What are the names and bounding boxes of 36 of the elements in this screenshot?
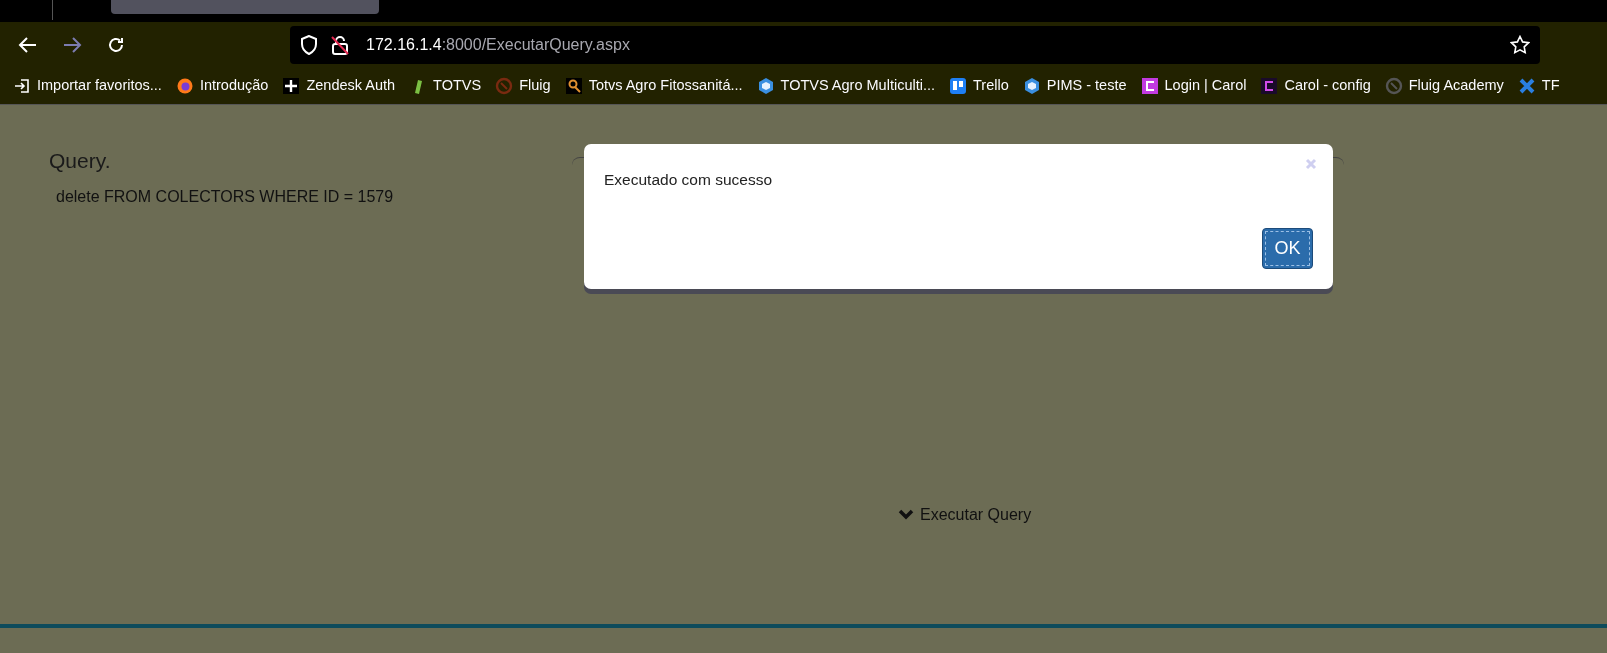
bookmark[interactable]: PIMS - teste bbox=[1015, 75, 1134, 97]
square-logo-icon bbox=[1140, 77, 1159, 95]
ok-button[interactable]: OK bbox=[1262, 228, 1313, 269]
cube-icon bbox=[1022, 77, 1041, 95]
bookmark[interactable]: Trello bbox=[942, 75, 1016, 97]
magnifier-icon bbox=[564, 77, 583, 95]
bookmark[interactable]: Login | Carol bbox=[1133, 75, 1254, 97]
bookmark[interactable]: Importar favoritos... bbox=[6, 75, 169, 97]
bookmark[interactable]: Introdução bbox=[168, 75, 276, 97]
board-icon bbox=[949, 77, 967, 95]
bookmark-star-icon[interactable] bbox=[1510, 35, 1530, 55]
shield-icon bbox=[300, 35, 318, 55]
url-path: :8000/ExecutarQuery.aspx bbox=[441, 35, 630, 55]
bookmark[interactable]: Totvs Agro Fitossanitá... bbox=[557, 75, 750, 97]
insecure-lock-icon bbox=[330, 35, 350, 55]
ring-icon bbox=[1384, 77, 1403, 95]
plus-icon bbox=[282, 77, 301, 95]
dialog-message: Executado com sucesso bbox=[604, 170, 772, 190]
execute-query-button[interactable]: Executar Query bbox=[898, 503, 1032, 527]
query-heading: Query. bbox=[49, 148, 111, 174]
bookmark[interactable]: TOTVS Agro Multiculti... bbox=[749, 75, 942, 97]
cube-icon bbox=[756, 77, 775, 95]
cross-icon bbox=[1517, 77, 1536, 95]
bookmark[interactable]: TOTVS bbox=[402, 75, 489, 97]
bookmark[interactable]: Fluig Academy bbox=[1377, 75, 1511, 97]
square-logo-icon bbox=[1260, 77, 1279, 95]
ring-icon bbox=[495, 77, 514, 95]
address-bar[interactable]: 172.16.1.4:8000/ExecutarQuery.aspx bbox=[290, 26, 1540, 64]
chevron-down-icon bbox=[898, 509, 914, 521]
bookmark[interactable]: Carol - config bbox=[1253, 75, 1378, 97]
url-host: 172.16.1.4 bbox=[366, 35, 442, 55]
import-icon bbox=[13, 77, 31, 95]
bookmark[interactable]: Fluig bbox=[488, 75, 558, 97]
query-text: delete FROM COLECTORS WHERE ID = 1579 bbox=[56, 187, 394, 207]
bookmark[interactable]: TF bbox=[1510, 75, 1567, 97]
bookmark[interactable]: Zendesk Auth bbox=[275, 75, 403, 97]
